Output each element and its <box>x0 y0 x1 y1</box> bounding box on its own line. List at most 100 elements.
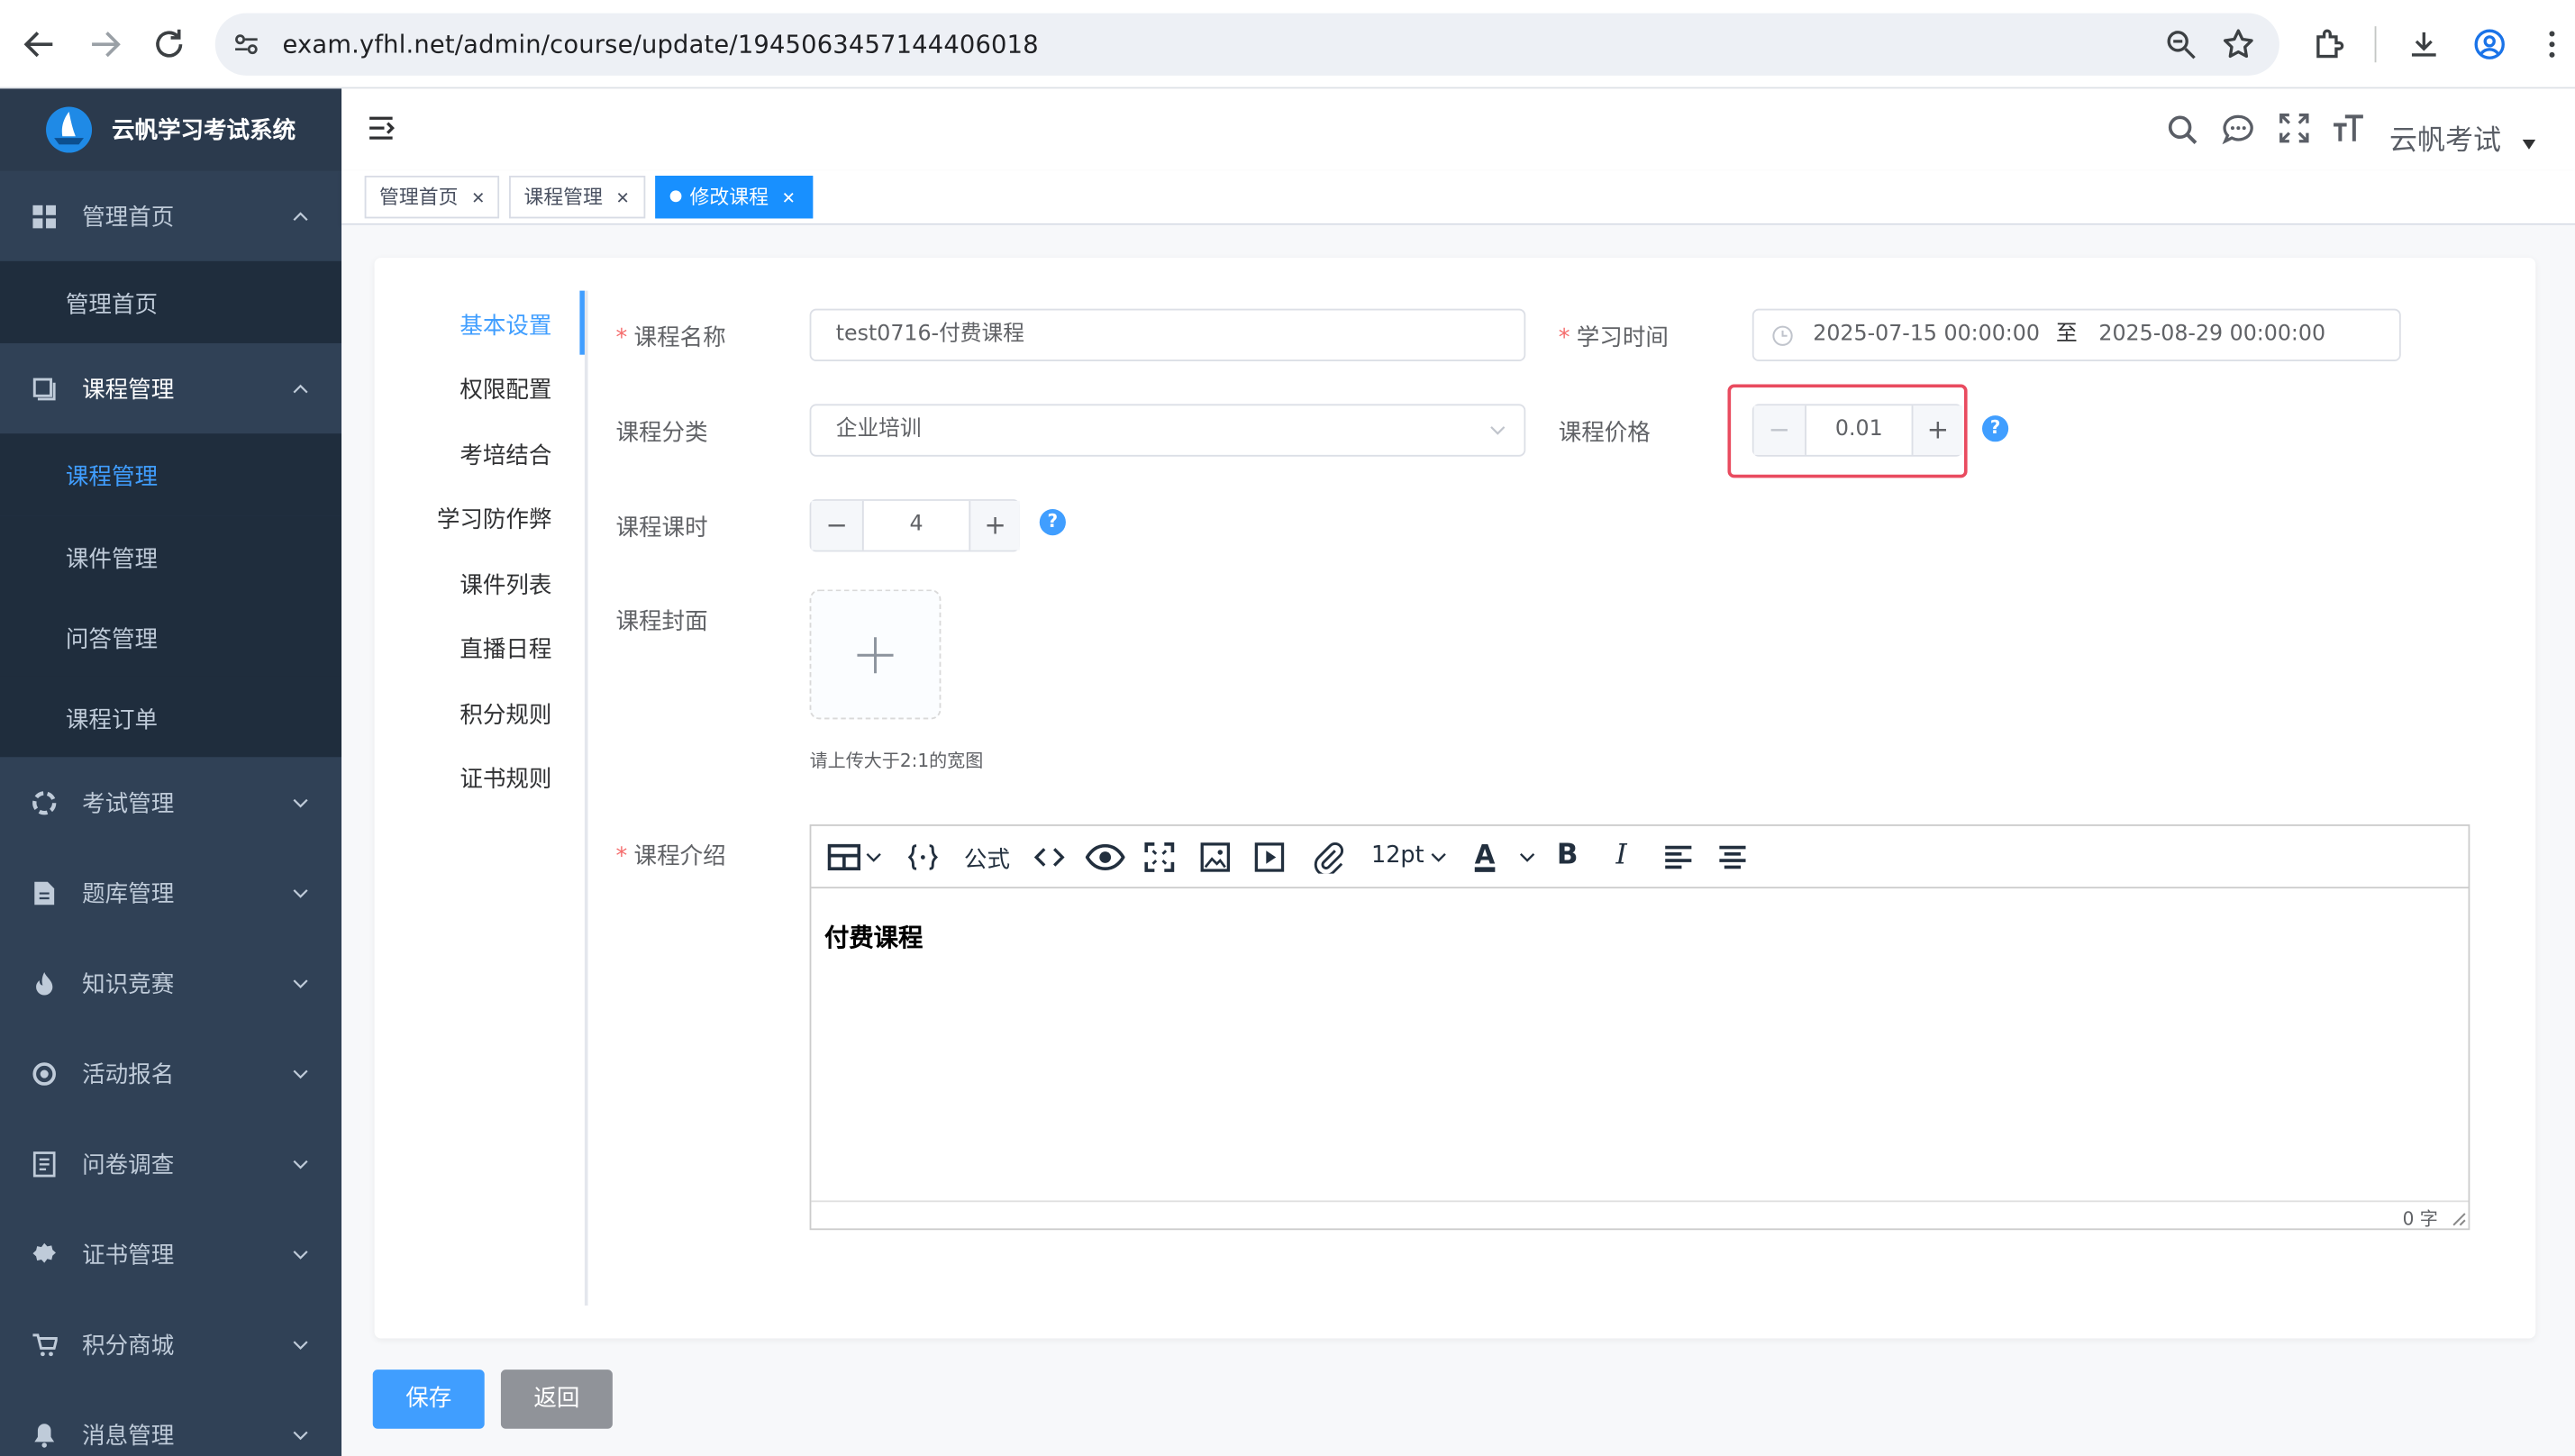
formula-button[interactable]: 公式 <box>964 842 1010 875</box>
profile-icon[interactable] <box>2471 26 2507 62</box>
close-icon[interactable]: ✕ <box>616 190 630 208</box>
menu-survey[interactable]: 问卷调查 <box>0 1118 341 1208</box>
code-braces-icon[interactable] <box>906 841 939 873</box>
cover-label: 课程封面 <box>615 609 708 636</box>
submenu-dashboard-home[interactable]: 管理首页 <box>0 260 342 343</box>
price-increase-button[interactable]: + <box>1911 405 1963 455</box>
submenu-course-manage[interactable]: 课程管理 <box>0 433 342 516</box>
extensions-icon[interactable] <box>2311 26 2347 62</box>
submenu-qa[interactable]: 问答管理 <box>0 596 342 678</box>
cover-upload[interactable] <box>809 589 942 720</box>
menu-points-mall[interactable]: 积分商城 <box>0 1299 341 1389</box>
price-decrease-button[interactable]: − <box>1753 405 1806 455</box>
menu-question-bank[interactable]: 题库管理 <box>0 848 341 938</box>
tab-courseware-list[interactable]: 课件列表 <box>404 569 551 601</box>
submenu-courseware[interactable]: 课件管理 <box>0 515 342 598</box>
tab-permissions[interactable]: 权限配置 <box>404 373 551 405</box>
menu-contest[interactable]: 知识竞赛 <box>0 938 341 1028</box>
tab-live-schedule[interactable]: 直播日程 <box>404 632 551 665</box>
video-icon[interactable] <box>1253 841 1286 873</box>
text-color-button[interactable]: A <box>1475 839 1496 870</box>
chevron-down-icon <box>292 1246 308 1262</box>
menu-dashboard[interactable]: 管理首页 <box>0 171 341 261</box>
save-button[interactable]: 保存 <box>372 1370 485 1429</box>
tag-edit-course[interactable]: 修改课程 ✕ <box>655 176 814 219</box>
hours-value[interactable]: 4 <box>864 501 969 551</box>
submenu-orders[interactable]: 课程订单 <box>0 676 342 758</box>
tab-exam-training[interactable]: 考培结合 <box>404 439 551 471</box>
editor-content[interactable]: 付费课程 <box>824 920 923 954</box>
menu-certificate[interactable]: 证书管理 <box>0 1209 341 1299</box>
category-label: 课程分类 <box>615 420 708 447</box>
book-icon <box>32 376 58 402</box>
italic-button[interactable]: I <box>1616 839 1627 871</box>
price-help-icon[interactable]: ? <box>1981 415 2009 442</box>
bold-button[interactable]: B <box>1557 839 1579 871</box>
attachment-icon[interactable] <box>1312 841 1344 874</box>
menu-messages[interactable]: 消息管理 <box>0 1389 341 1456</box>
fullscreen-icon[interactable] <box>1143 841 1176 873</box>
back-button[interactable]: 返回 <box>500 1370 613 1429</box>
url-text[interactable]: exam.yfhl.net/admin/course/update/194506… <box>283 30 1039 59</box>
end-time[interactable]: 2025-08-29 00:00:00 <box>2098 310 2325 359</box>
tab-anti-cheat[interactable]: 学习防作弊 <box>404 503 552 535</box>
hamburger-menu-icon[interactable] <box>366 114 396 143</box>
chevron-down-icon <box>292 1156 308 1172</box>
chevron-down-icon[interactable] <box>866 851 882 864</box>
bookmark-star-icon[interactable] <box>2220 26 2256 62</box>
price-value[interactable]: 0.01 <box>1806 405 1912 455</box>
menu-activity[interactable]: 活动报名 <box>0 1028 341 1118</box>
start-time[interactable]: 2025-07-15 00:00:00 <box>1813 310 2040 359</box>
category-select[interactable]: 企业培训 <box>809 404 1526 457</box>
tab-basic-settings[interactable]: 基本设置 <box>404 309 551 341</box>
zoom-icon[interactable] <box>2162 26 2198 62</box>
hours-decrease-button[interactable]: − <box>811 500 864 551</box>
source-code-icon[interactable] <box>1033 841 1065 873</box>
tab-certificate-rules[interactable]: 证书规则 <box>404 762 551 795</box>
search-icon[interactable] <box>2166 114 2198 146</box>
caret-down-icon[interactable] <box>2522 139 2536 150</box>
forward-arrow-icon[interactable] <box>86 24 125 64</box>
font-size-icon[interactable] <box>2332 112 2364 144</box>
chevron-down-icon[interactable] <box>1431 851 1447 864</box>
align-center-icon[interactable] <box>1716 841 1749 873</box>
exam-icon <box>32 790 58 816</box>
chevron-down-icon <box>1489 423 1506 437</box>
hours-stepper[interactable]: − 4 + <box>809 499 1020 552</box>
preview-eye-icon[interactable] <box>1085 841 1125 873</box>
chevron-down-icon[interactable] <box>1519 851 1535 864</box>
image-icon[interactable] <box>1199 841 1232 873</box>
align-left-icon[interactable] <box>1662 841 1695 873</box>
clock-icon <box>1772 325 1794 347</box>
price-stepper[interactable]: − 0.01 + <box>1752 404 1963 457</box>
course-name-input[interactable]: test0716-付费课程 <box>809 308 1526 361</box>
table-icon[interactable] <box>827 841 861 873</box>
menu-label: 活动报名 <box>82 1062 175 1089</box>
more-menu-icon[interactable] <box>2534 26 2570 62</box>
resize-handle-icon[interactable] <box>2452 1212 2466 1226</box>
hours-help-icon[interactable]: ? <box>1039 509 1066 536</box>
site-settings-icon[interactable] <box>232 30 261 59</box>
tab-points-rules[interactable]: 积分规则 <box>404 698 551 731</box>
study-time-range[interactable]: 2025-07-15 00:00:00 至 2025-08-29 00:00:0… <box>1752 308 2401 361</box>
download-icon[interactable] <box>2406 26 2442 62</box>
user-name[interactable]: 云帆考试 <box>2389 116 2501 158</box>
close-icon[interactable]: ✕ <box>782 190 796 208</box>
document-icon <box>32 880 58 906</box>
tag-dashboard[interactable]: 管理首页 ✕ <box>364 176 500 219</box>
hours-increase-button[interactable]: + <box>969 500 1020 551</box>
menu-exam[interactable]: 考试管理 <box>0 757 341 847</box>
word-count: 0 字 <box>2402 1208 2438 1231</box>
menu-label: 管理首页 <box>82 205 175 232</box>
font-size-select[interactable]: 12pt <box>1371 842 1424 869</box>
menu-course[interactable]: 课程管理 <box>0 343 341 433</box>
address-bar[interactable]: exam.yfhl.net/admin/course/update/194506… <box>214 13 2279 76</box>
reload-icon[interactable] <box>150 24 189 64</box>
fullscreen-icon[interactable] <box>2278 112 2310 144</box>
back-arrow-icon[interactable] <box>20 24 59 64</box>
activity-icon <box>32 1060 58 1087</box>
tag-course-manage[interactable]: 课程管理 ✕ <box>509 176 646 219</box>
chat-icon[interactable] <box>2222 114 2254 146</box>
close-icon[interactable]: ✕ <box>471 190 485 208</box>
study-time-label: * 学习时间 <box>1558 324 1669 352</box>
